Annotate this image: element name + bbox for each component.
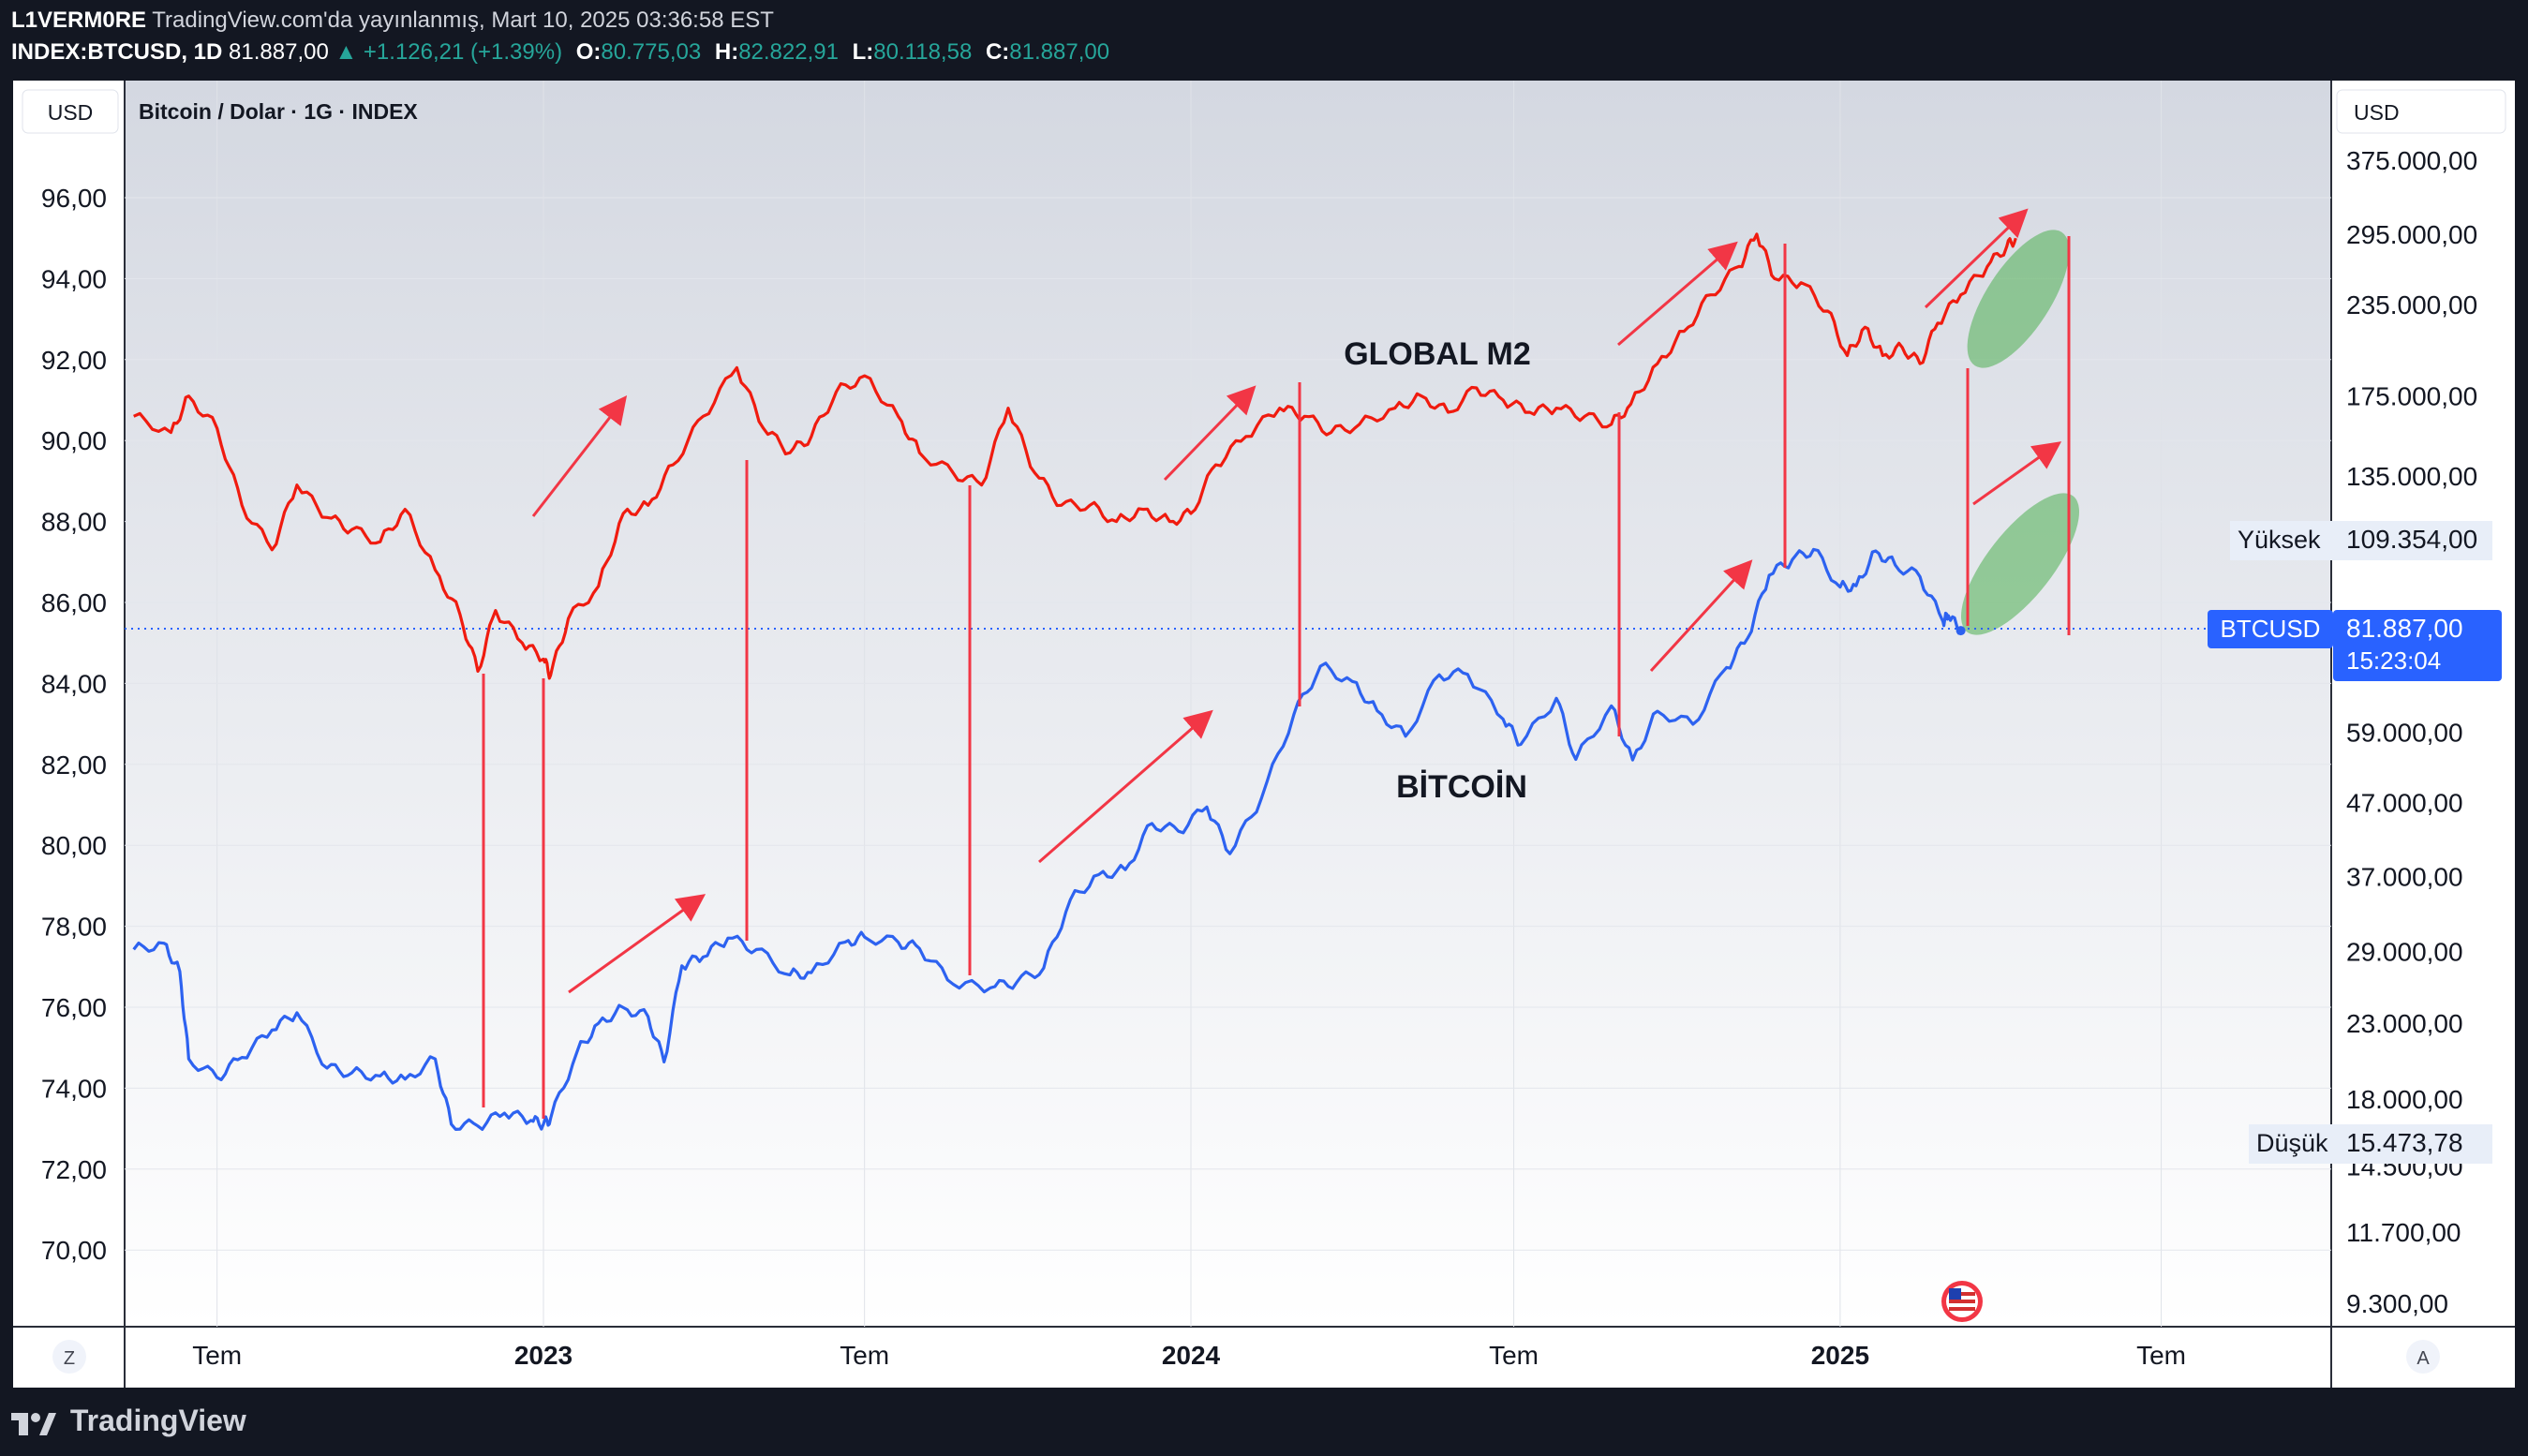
left-tick-label: 84,00 (41, 669, 107, 698)
chart-panel[interactable]: 96,00 94,00 92,00 90,00 88,00 86,00 84,00 82,00… (13, 81, 2515, 1388)
tradingview-logo-icon (11, 1412, 56, 1435)
right-tick-label: 375.000,00 (2346, 146, 2477, 175)
time-tick-label: Tem (1489, 1341, 1539, 1370)
right-currency-label: USD (2354, 100, 2400, 125)
right-tick-label: 29.000,00 (2346, 938, 2463, 967)
left-currency-label: USD (48, 100, 94, 125)
btc-annotation: BİTCOİN (1396, 769, 1527, 805)
low-label-text: Düşük (2256, 1129, 2328, 1157)
left-tick-label: 80,00 (41, 831, 107, 860)
low-value: 80.118,58 (873, 39, 973, 65)
high-value: 82.822,91 (738, 39, 839, 65)
high-label-text: Yüksek (2238, 526, 2321, 554)
left-axis[interactable]: 96,00 94,00 92,00 90,00 88,00 86,00 84,00 82,00… (41, 184, 107, 1265)
right-tick-label: 135.000,00 (2346, 462, 2477, 491)
ohlc-legend: INDEX:BTCUSD, 1D 81.887,00 ▲ +1.126,21 (… (11, 39, 1109, 66)
right-tick-label: 18.000,00 (2346, 1085, 2463, 1114)
publish-info: L1VERM0RE TradingView.com'da yayınlanmış… (11, 7, 774, 34)
left-tick-label: 88,00 (41, 508, 107, 537)
right-tick-label: 11.700,00 (2346, 1218, 2461, 1247)
left-tick-label: 96,00 (41, 184, 107, 213)
tradingview-footer[interactable]: TradingView (11, 1404, 246, 1438)
last-price: 81.887,00 (229, 39, 329, 65)
left-tick-label: 90,00 (41, 426, 107, 455)
time-tick-label: Tem (840, 1341, 889, 1370)
plot-area[interactable] (125, 81, 2331, 1327)
m2-annotation: GLOBAL M2 (1344, 336, 1531, 372)
author-name: L1VERM0RE (11, 7, 147, 33)
right-tick-label: 175.000,00 (2346, 382, 2477, 411)
time-tick-label: Tem (2136, 1341, 2186, 1370)
high-value-text: 109.354,00 (2346, 525, 2477, 554)
time-axis[interactable]: Tem 2023 Tem 2024 Tem 2025 Tem (192, 1341, 2186, 1370)
time-tick-label: 2024 (1162, 1341, 1221, 1370)
left-tick-label: 74,00 (41, 1074, 107, 1103)
open-value: 80.775,03 (601, 39, 702, 65)
current-price-text: 81.887,00 (2346, 614, 2463, 643)
right-tick-label: 9.300,00 (2346, 1289, 2448, 1318)
us-flag-icon[interactable] (1941, 1281, 1983, 1322)
right-tick-label: 59.000,00 (2346, 718, 2463, 747)
high-label: H: (714, 39, 739, 65)
time-tick-label: 2023 (514, 1341, 573, 1370)
time-tick-label: Tem (192, 1341, 242, 1370)
zoom-reset-label: Z (64, 1348, 75, 1369)
left-tick-label: 86,00 (41, 588, 107, 617)
countdown-text: 15:23:04 (2346, 646, 2441, 675)
chart-title: Bitcoin / Dolar · 1G · INDEX (139, 99, 418, 124)
low-label: L: (852, 39, 874, 65)
brand-name: TradingView (69, 1404, 246, 1437)
left-tick-label: 82,00 (41, 750, 107, 780)
chart-svg[interactable]: 96,00 94,00 92,00 90,00 88,00 86,00 84,00 82,00… (13, 81, 2515, 1388)
current-symbol-text: BTCUSD (2221, 615, 2321, 643)
auto-scale-label: A (2416, 1348, 2430, 1369)
low-value-text: 15.473,78 (2346, 1128, 2463, 1157)
price-change: ▲ +1.126,21 (+1.39%) (335, 39, 563, 65)
right-tick-label: 47.000,00 (2346, 788, 2463, 817)
open-label: O: (575, 39, 602, 65)
symbol-name: INDEX:BTCUSD, 1D (11, 39, 223, 65)
published-text: TradingView.com'da yayınlanmış, Mart 10,… (152, 7, 774, 33)
close-value: 81.887,00 (1009, 39, 1110, 65)
close-label: C: (985, 39, 1010, 65)
left-tick-label: 72,00 (41, 1155, 107, 1184)
right-tick-label: 295.000,00 (2346, 220, 2477, 249)
left-tick-label: 78,00 (41, 913, 107, 942)
btc-last-point (1955, 626, 1966, 636)
left-tick-label: 92,00 (41, 346, 107, 375)
time-tick-label: 2025 (1811, 1341, 1869, 1370)
left-tick-label: 94,00 (41, 264, 107, 293)
left-tick-label: 76,00 (41, 993, 107, 1022)
right-tick-label: 23.000,00 (2346, 1009, 2463, 1038)
right-tick-label: 37.000,00 (2346, 862, 2463, 891)
right-tick-label: 235.000,00 (2346, 290, 2477, 319)
left-tick-label: 70,00 (41, 1236, 107, 1265)
